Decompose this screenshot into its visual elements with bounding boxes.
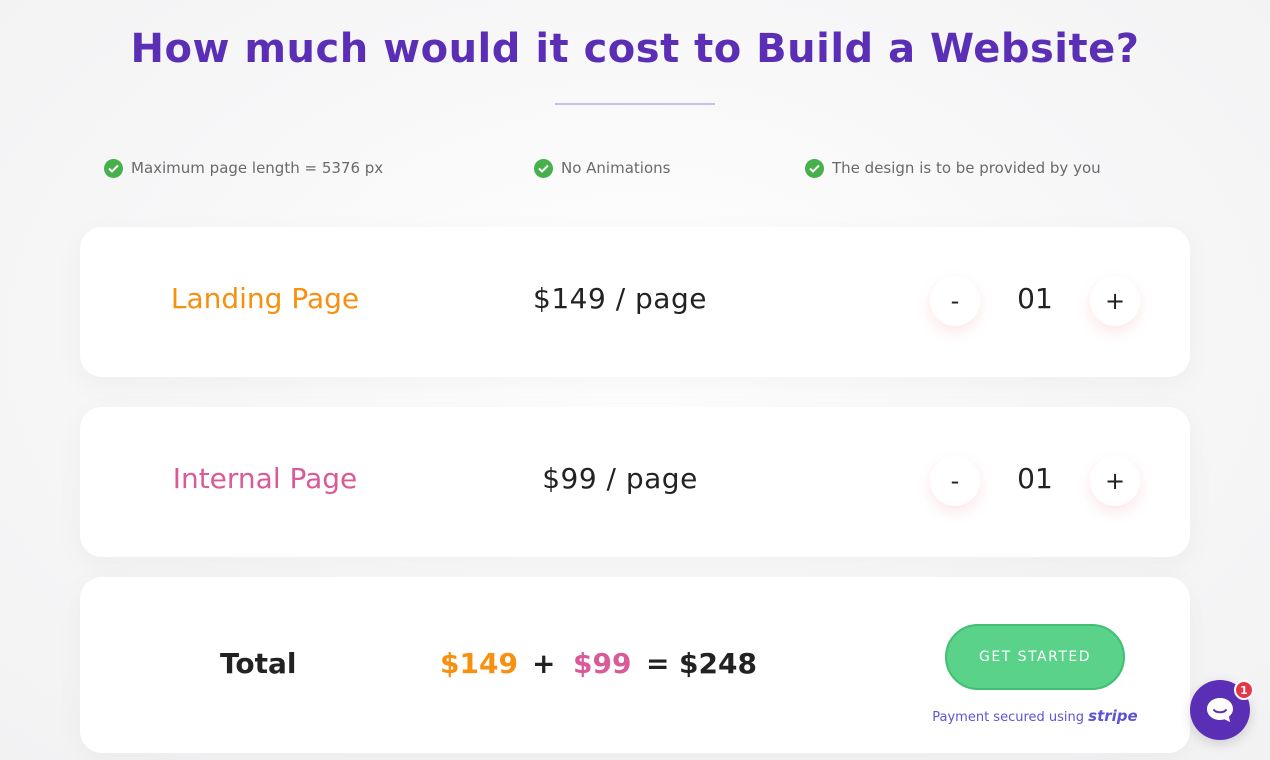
grand-total: $248 bbox=[679, 647, 757, 680]
quantity-value: 01 bbox=[1017, 462, 1053, 495]
internal-amount: $99 bbox=[573, 647, 632, 680]
total-card: Total $149 + $99 = $248 GET STARTED Paym… bbox=[80, 577, 1190, 753]
row-price: $99 / page bbox=[542, 462, 698, 495]
landing-amount: $149 bbox=[440, 647, 518, 680]
internal-page-row: Internal Page $99 / page - 01 + bbox=[80, 407, 1190, 557]
feature-max-page-length: Maximum page length = 5376 px bbox=[104, 157, 383, 179]
increment-button[interactable]: + bbox=[1090, 456, 1140, 506]
decrement-button[interactable]: - bbox=[930, 456, 980, 506]
row-name: Landing Page bbox=[170, 282, 360, 315]
payment-text: Payment secured using bbox=[932, 710, 1085, 725]
pricing-page: How much would it cost to Build a Websit… bbox=[0, 0, 1270, 760]
check-circle-icon bbox=[534, 158, 553, 178]
row-price: $149 / page bbox=[533, 282, 707, 315]
total-label: Total bbox=[220, 647, 297, 680]
equals-sign: = bbox=[646, 647, 670, 680]
feature-label: The design is to be provided by you bbox=[832, 159, 1101, 177]
plus-sign: + bbox=[532, 647, 556, 680]
row-name: Internal Page bbox=[172, 462, 358, 495]
landing-page-row: Landing Page $149 / page - 01 + bbox=[80, 227, 1190, 377]
check-circle-icon bbox=[104, 158, 123, 178]
chat-bubble-icon bbox=[1207, 698, 1233, 722]
notification-badge: 1 bbox=[1234, 680, 1254, 700]
increment-button[interactable]: + bbox=[1090, 276, 1140, 326]
get-started-button[interactable]: GET STARTED bbox=[945, 624, 1125, 690]
feature-no-animations: No Animations bbox=[534, 157, 670, 179]
check-circle-icon bbox=[805, 158, 824, 178]
feature-label: No Animations bbox=[561, 159, 671, 177]
feature-label: Maximum page length = 5376 px bbox=[131, 159, 384, 177]
quantity-value: 01 bbox=[1017, 282, 1053, 315]
payment-secured-note: Payment secured using stripe bbox=[930, 707, 1140, 725]
title-divider bbox=[555, 103, 715, 105]
page-title: How much would it cost to Build a Websit… bbox=[130, 26, 1140, 72]
decrement-button[interactable]: - bbox=[930, 276, 980, 326]
stripe-logo: stripe bbox=[1088, 707, 1138, 725]
feature-design-provided: The design is to be provided by you bbox=[805, 157, 1101, 179]
